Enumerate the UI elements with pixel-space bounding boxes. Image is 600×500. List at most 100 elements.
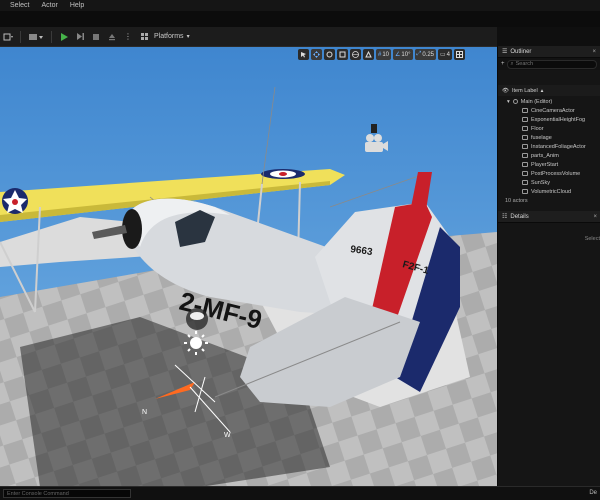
list-item[interactable]: SunSky — [498, 178, 600, 187]
main-toolbar: ⋮ Platforms ▾ — [0, 27, 497, 46]
rotate-mode-button[interactable] — [324, 49, 335, 60]
list-item[interactable]: Floor — [498, 124, 600, 133]
details-icon: ☷ — [502, 214, 508, 220]
list-item-label: PostProcessVolume — [531, 170, 581, 177]
level-icon — [512, 99, 518, 104]
surface-snap-button[interactable] — [363, 49, 374, 60]
grid-snap-value: 10 — [382, 51, 390, 58]
outliner-search-input[interactable]: ⌕ Search — [506, 59, 597, 69]
root-label: Main (Editor) — [520, 98, 553, 105]
actor-icon — [522, 153, 528, 158]
list-item-label: CineCameraActor — [531, 107, 575, 114]
console-placeholder: Enter Console Command — [7, 490, 69, 497]
console-command-input[interactable]: Enter Console Command — [3, 489, 131, 498]
scene-render: 2-MF-9 9663 F2F-1 N W — [0, 47, 497, 486]
outliner-list: ▾ Main (Editor) CineCameraActor Exponent… — [498, 96, 600, 196]
list-item-label: parts_Anim — [531, 152, 559, 159]
scale-mode-button[interactable] — [337, 49, 348, 60]
menu-select[interactable]: Select — [10, 2, 29, 9]
actor-icon — [522, 189, 528, 194]
list-item-label: Floor — [531, 125, 544, 132]
content-icon[interactable] — [27, 31, 45, 43]
list-item[interactable]: VolumetricCloud — [498, 187, 600, 196]
outliner-root-item[interactable]: ▾ Main (Editor) — [498, 97, 600, 106]
actor-icon — [522, 180, 528, 185]
platforms-menu[interactable]: Platforms ▾ — [154, 33, 190, 40]
actor-icon — [522, 126, 528, 131]
outliner-tab[interactable]: ☰ Outliner × — [498, 46, 600, 58]
list-item[interactable]: PostProcessVolume — [498, 169, 600, 178]
viewport-toolbar: # 10 ∠ 10° ⤢ 0.25 ▭ 4 — [298, 49, 466, 60]
actor-icon — [522, 144, 528, 149]
list-item[interactable]: InstancedFoliageActor — [498, 142, 600, 151]
play-button[interactable] — [58, 31, 70, 43]
close-icon[interactable]: × — [592, 49, 596, 55]
actor-icon — [522, 171, 528, 176]
svg-text:N: N — [142, 409, 147, 416]
right-panel: ☰ Outliner × + ⌕ Search 👁 Item Label ▴ ▾… — [497, 46, 600, 486]
svg-text:W: W — [224, 432, 231, 439]
translate-mode-button[interactable] — [311, 49, 322, 60]
list-item[interactable]: ExponentialHeightFog — [498, 115, 600, 124]
actor-count: 10 actors — [505, 198, 528, 204]
filter-icon[interactable]: + — [501, 61, 505, 67]
visibility-icon[interactable]: 👁 — [502, 88, 509, 94]
platforms-icon[interactable] — [138, 31, 150, 43]
outliner-icon: ☰ — [502, 49, 508, 55]
outliner-search-row: + ⌕ Search — [498, 58, 600, 70]
list-item-label: fuselage — [531, 134, 552, 141]
actor-icon — [522, 162, 528, 167]
menu-bar: Select Actor Help — [0, 0, 600, 11]
details-tab[interactable]: ☷ Details × — [498, 211, 600, 223]
details-panel: ☷ Details × — [498, 211, 600, 223]
modes-icon[interactable] — [2, 31, 14, 43]
list-item-label: PlayerStart — [531, 161, 559, 168]
menu-help[interactable]: Help — [70, 2, 84, 9]
angle-icon: ∠ — [395, 52, 401, 58]
close-icon[interactable]: × — [593, 214, 597, 220]
select-mode-button[interactable] — [298, 49, 309, 60]
list-item[interactable]: fuselage — [498, 133, 600, 142]
camera-speed-button[interactable]: ▭ 4 — [438, 49, 453, 60]
advance-frame-button[interactable] — [74, 31, 86, 43]
list-item[interactable]: CineCameraActor — [498, 106, 600, 115]
rotation-snap-button[interactable]: ∠ 10° — [393, 49, 413, 60]
scale-snap-button[interactable]: ⤢ 0.25 — [414, 49, 436, 60]
search-placeholder: Search — [515, 61, 534, 67]
derived-data-label[interactable]: De — [589, 490, 597, 496]
grid-icon: # — [378, 51, 382, 58]
sort-up-icon: ▴ — [540, 87, 544, 94]
scale-snap-value: 0.25 — [422, 51, 434, 58]
list-item[interactable]: PlayerStart — [498, 160, 600, 169]
stop-button[interactable] — [90, 31, 102, 43]
chevron-down-icon: ▾ — [186, 34, 190, 40]
actor-icon — [522, 135, 528, 140]
list-item-label: VolumetricCloud — [531, 188, 572, 195]
menu-actor[interactable]: Actor — [41, 2, 57, 9]
toolbar-separator — [51, 30, 52, 43]
platforms-label: Platforms — [154, 33, 184, 40]
title-strip — [0, 11, 600, 27]
outliner-column-header[interactable]: 👁 Item Label ▴ — [498, 85, 600, 96]
list-item-label: ExponentialHeightFog — [531, 116, 586, 123]
camera-speed-value: 4 — [446, 51, 451, 58]
column-label: Item Label — [511, 87, 538, 94]
grid-snap-button[interactable]: # 10 — [376, 49, 392, 60]
list-item-label: SunSky — [531, 179, 550, 186]
rotation-snap-value: 10° — [401, 51, 411, 58]
expand-arrow-icon: ▾ — [507, 98, 510, 105]
list-item[interactable]: parts_Anim — [498, 151, 600, 160]
eject-button[interactable] — [106, 31, 118, 43]
details-title: Details — [510, 213, 529, 220]
status-bar: Enter Console Command De — [0, 486, 600, 500]
list-item-label: InstancedFoliageActor — [531, 143, 586, 150]
viewport-layout-button[interactable] — [454, 49, 466, 60]
level-viewport[interactable]: 2-MF-9 9663 F2F-1 N W # 10 ∠ 10° ⤢ 0.25 … — [0, 46, 497, 486]
world-space-button[interactable] — [350, 49, 361, 60]
toolbar-separator — [20, 30, 21, 43]
play-options-icon[interactable]: ⋮ — [122, 31, 134, 43]
scale-icon: ⤢ — [416, 51, 422, 57]
actor-icon — [522, 117, 528, 122]
actor-icon — [522, 108, 528, 113]
search-icon: ⌕ — [510, 60, 514, 67]
